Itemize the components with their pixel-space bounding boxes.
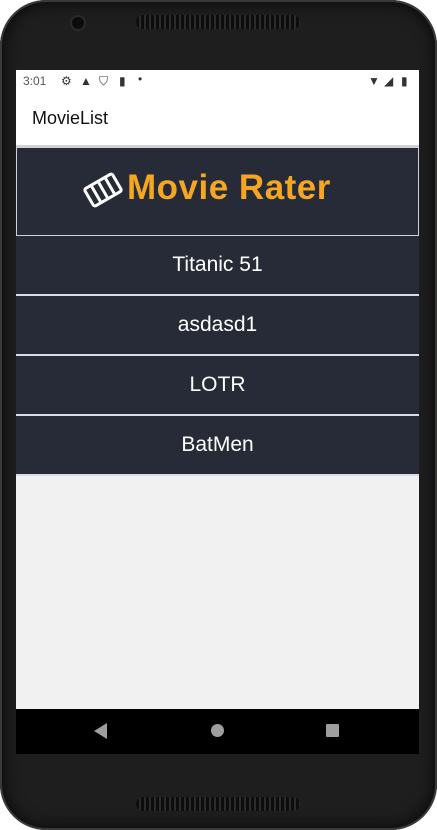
movie-list-item[interactable]: BatMen	[16, 416, 419, 476]
status-time: 3:01	[23, 74, 47, 88]
banner-title: Movie Rater	[127, 168, 331, 207]
app-bar: MovieList	[16, 92, 419, 145]
battery-icon: ▮	[401, 74, 408, 88]
navigation-bar	[16, 709, 419, 754]
bottom-speaker	[136, 797, 300, 811]
front-camera	[72, 17, 84, 29]
home-icon[interactable]	[211, 724, 224, 737]
film-strip-icon	[83, 172, 123, 208]
dot-icon: •	[138, 72, 143, 86]
movie-list-item[interactable]: LOTR	[16, 356, 419, 416]
movie-title: asdasd1	[177, 313, 258, 336]
screen: 3:01 ⚙ ▲ ⛉ ▮ • ▼ ◢ ▮ MovieList Movie Rat…	[16, 70, 419, 754]
status-bar: 3:01 ⚙ ▲ ⛉ ▮ • ▼ ◢ ▮	[16, 70, 419, 92]
movie-list-item[interactable]: Titanic 51	[16, 236, 419, 296]
movie-list-item[interactable]: asdasd1	[16, 296, 419, 356]
movie-list: Titanic 51 asdasd1 LOTR BatMen	[16, 236, 419, 476]
app-title: MovieList	[32, 108, 109, 128]
back-icon[interactable]	[94, 723, 107, 739]
movie-title: Titanic 51	[172, 253, 263, 276]
settings-icon: ⚙	[61, 74, 72, 88]
sd-card-icon: ▮	[119, 74, 126, 88]
wifi-icon: ▼	[368, 74, 380, 88]
signal-icon: ◢	[384, 74, 394, 88]
top-speaker	[136, 15, 300, 29]
movie-title: BatMen	[181, 433, 254, 456]
navigation-icon: ▲	[80, 74, 92, 88]
movie-rater-banner: Movie Rater	[16, 147, 419, 236]
recents-icon[interactable]	[326, 724, 339, 737]
shield-icon: ⛉	[99, 74, 109, 88]
movie-title: LOTR	[189, 373, 246, 396]
phone-frame: 3:01 ⚙ ▲ ⛉ ▮ • ▼ ◢ ▮ MovieList Movie Rat…	[0, 0, 437, 830]
